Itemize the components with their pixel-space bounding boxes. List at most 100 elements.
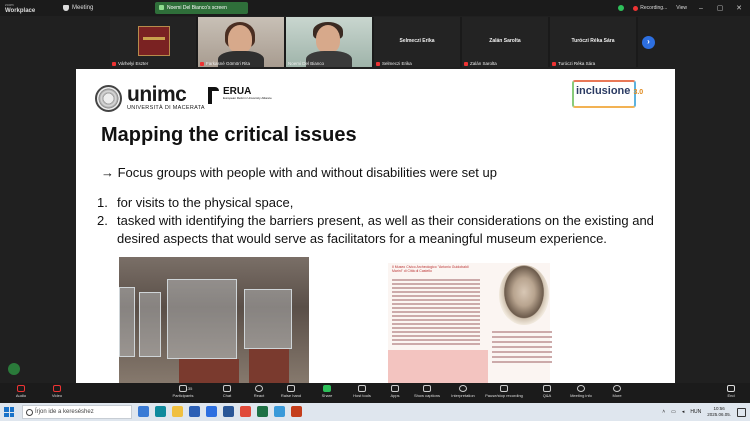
pinned-apps [138,406,302,417]
volume-icon[interactable]: ◂ [682,409,685,415]
participant-name: Farkasné Gömöri Rita [206,61,251,66]
participant-label: Noemi Del Bianco [288,61,324,66]
inclusione-logo: inclusione 3.0 [576,85,643,97]
leaflet-line [392,327,480,329]
leaflet-title: Il Museo Civico Archeologico "Antonio Gu… [392,265,469,273]
tray-chevron-icon[interactable]: ˄ [662,409,665,415]
video-face [316,25,340,53]
participant-tile[interactable]: Várhelyi Eszter [110,17,196,67]
zoom-icon[interactable] [206,406,217,417]
windows-start-icon[interactable] [4,407,14,417]
leaflet-highlight-box [388,350,488,383]
participant-name: Zalán Sarolta [470,61,497,66]
list-text: for visits to the physical space, [117,195,294,210]
slide-title: Mapping the critical issues [101,124,357,146]
notification-icon[interactable] [737,407,746,417]
participant-tile[interactable]: Farkasné Gömöri Rita [198,17,284,67]
chrome-icon[interactable] [240,406,251,417]
meeting-info-label: Meeting info [570,393,592,398]
clock[interactable]: 10:56 2025.06.05. [707,406,731,418]
active-speaker-tile[interactable]: Noemi Del Bianco [286,17,372,67]
app-icon[interactable] [274,406,285,417]
end-button[interactable]: End [716,385,746,398]
case-base [179,359,239,383]
video-button[interactable]: Video [42,385,72,398]
end-label: End [727,393,735,398]
host-tools-button[interactable]: Host tools [347,385,377,398]
close-button[interactable]: ✕ [734,4,744,12]
pause-recording-button[interactable]: Pause/stop recording [484,385,524,398]
end-icon [727,385,735,392]
leaflet-line [392,331,480,333]
task-view-icon[interactable] [138,406,149,417]
chat-icon [223,385,231,392]
maximize-button[interactable]: ▢ [715,4,725,12]
raise-hand-label: Raise hand [280,393,302,398]
inclusione-version: 3.0 [633,89,644,96]
apps-button[interactable]: Apps [380,385,410,398]
shield-icon [63,5,69,11]
react-button[interactable]: React [244,385,274,398]
university-seal-icon [95,85,122,112]
taskbar-search-input[interactable]: Írjon ide a kereséshez [22,405,132,419]
share-label: Noemi Del Bianco's screen [167,5,227,11]
meeting-info-badge[interactable]: Meeting [63,5,93,11]
qa-label: Q&A [542,393,552,398]
share-button[interactable]: Share [312,385,342,398]
meeting-info-button[interactable]: Meeting info [566,385,596,398]
erua-logo-sub: European Reform University Alliance [223,96,272,100]
leaflet-line [492,346,552,348]
video-off-icon [53,385,61,392]
muted-mic-icon [112,61,116,66]
host-tools-label: Host tools [353,393,371,398]
minimize-button[interactable]: – [696,5,706,12]
screen-share-indicator[interactable]: Noemi Del Bianco's screen [155,2,248,14]
participant-name: Selmeczi Erika [382,61,412,66]
leaflet-line [392,319,480,321]
word-icon[interactable] [223,406,234,417]
network-icon[interactable]: ▭ [671,409,676,415]
audio-button[interactable]: Audio [6,385,36,398]
leaflet-line [392,295,480,297]
leaflet-line [392,287,480,289]
raise-hand-button[interactable]: Raise hand [276,385,306,398]
museum-photo [119,257,309,383]
slide-arrow-point: → Focus groups with people with and with… [101,165,497,180]
muted-mic-icon [17,385,25,392]
participant-tile[interactable]: Turóczi Réka Sára Turóczi Réka Sára [550,17,636,67]
participant-strip: Várhelyi Eszter Farkasné Gömöri Rita Noe… [110,17,638,67]
smile-icon [255,385,263,392]
floating-shield-icon[interactable] [8,363,20,375]
show-captions-button[interactable]: Show captions [412,385,442,398]
participant-tile[interactable]: Zalán Sarolta Zalán Sarolta [462,17,548,67]
erua-mark-icon [208,87,219,104]
audio-label: Audio [15,393,27,398]
interpretation-button[interactable]: Interpretation [448,385,478,398]
apps-icon [391,385,399,392]
excel-icon[interactable] [257,406,268,417]
participant-tile[interactable]: Selmeczi Erika Selmeczi Erika [374,17,460,67]
powerpoint-icon[interactable] [291,406,302,417]
leaflet-line [392,307,480,309]
qa-button[interactable]: Q&A [532,385,562,398]
next-page-arrow-icon[interactable]: › [642,36,655,49]
view-button[interactable]: View [676,5,687,11]
chat-button[interactable]: Chat [212,385,242,398]
more-button[interactable]: More [602,385,632,398]
security-shield-icon[interactable] [618,5,625,11]
participant-name: Turóczi Réka Sára [558,61,596,66]
leaflet-line [492,336,552,338]
more-label: More [612,393,622,398]
file-explorer-icon[interactable] [172,406,183,417]
unimc-logo-text: unimc [127,83,187,106]
portrait-image [499,265,549,325]
info-icon [577,385,585,392]
shield-icon [358,385,366,392]
muted-mic-icon [552,61,556,66]
outlook-icon[interactable] [189,406,200,417]
muted-mic-icon [200,61,204,66]
recording-indicator[interactable]: Recording... [633,5,667,11]
edge-icon[interactable] [155,406,166,417]
language-indicator[interactable]: HUN [690,409,701,415]
pause-recording-label: Pause/stop recording [485,393,523,398]
